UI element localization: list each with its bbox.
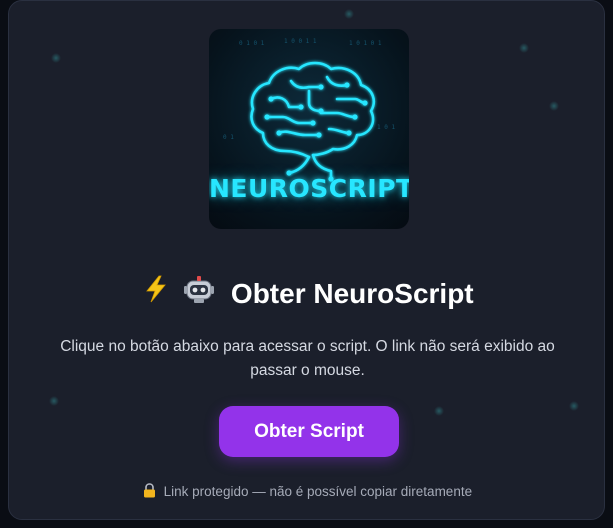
protected-link-text: Link protegido — não é possível copiar d… (163, 484, 473, 499)
lightning-icon (141, 274, 171, 313)
svg-text:1 0 1 0 1: 1 0 1 0 1 (349, 40, 382, 47)
page-title-text: Obter NeuroScript (230, 277, 474, 309)
background-glow (519, 43, 529, 53)
svg-text:0 1 0 1: 0 1 0 1 (239, 40, 265, 47)
background-glow (344, 9, 354, 19)
description-text: Clique no botão abaixo para acessar o sc… (60, 338, 555, 379)
logo-wordmark: NEUROSCRIPT (209, 174, 409, 203)
svg-text:0 1: 0 1 (223, 134, 234, 141)
lock-icon (143, 483, 156, 503)
background-glow (569, 401, 579, 411)
page-title: Obter NeuroScript (9, 273, 604, 314)
neuroscript-logo: 0 1 0 1 1 0 0 1 1 1 0 1 0 1 0 1 1 0 1 NE… (209, 29, 409, 229)
background-glow (434, 406, 444, 416)
svg-text:1 0 1: 1 0 1 (377, 124, 395, 131)
script-card: 0 1 0 1 1 0 0 1 1 1 0 1 0 1 0 1 1 0 1 NE… (8, 0, 605, 520)
robot-icon (183, 273, 215, 314)
get-script-button[interactable]: Obter Script (219, 406, 399, 457)
svg-text:1 0 0 1 1: 1 0 0 1 1 (284, 38, 317, 45)
protected-link-note: Link protegido — não é possível copiar d… (9, 483, 604, 503)
background-glow (51, 53, 61, 63)
background-glow (49, 396, 59, 406)
background-glow (549, 101, 559, 111)
